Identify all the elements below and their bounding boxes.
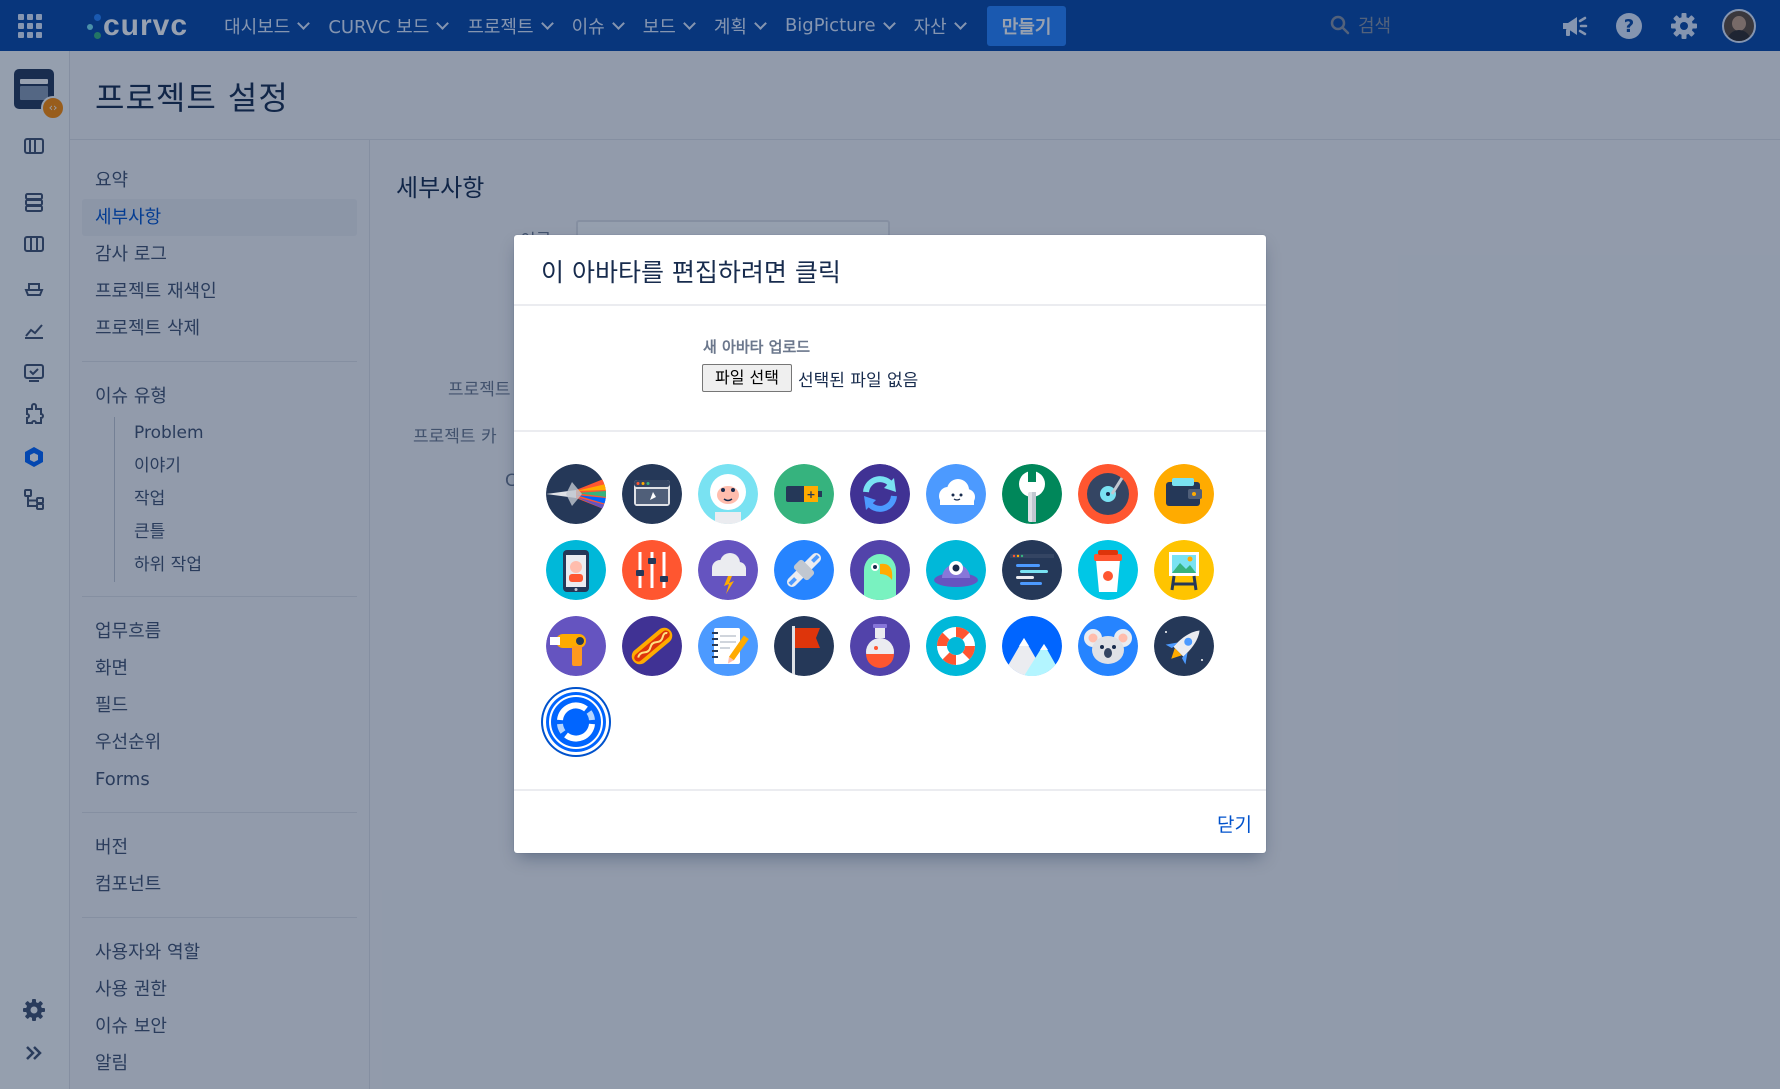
avatar-browser-window[interactable] <box>622 464 682 524</box>
avatar-circular-arrows[interactable] <box>546 692 606 752</box>
avatar-phone-selfie[interactable] <box>546 540 606 600</box>
avatar-potion[interactable] <box>850 616 910 676</box>
avatar-satellite[interactable] <box>774 540 834 600</box>
avatar-lifebuoy[interactable] <box>926 616 986 676</box>
divider <box>514 304 1266 306</box>
avatar-prism[interactable] <box>546 464 606 524</box>
avatar-notebook-pencil[interactable] <box>698 616 758 676</box>
avatar-cloud[interactable] <box>926 464 986 524</box>
avatar-refresh[interactable] <box>850 464 910 524</box>
avatar-parrot[interactable] <box>850 540 910 600</box>
upload-avatar-label: 새 아바타 업로드 <box>703 338 811 356</box>
close-button[interactable]: 닫기 <box>1217 810 1252 837</box>
avatar-rocket[interactable] <box>1154 616 1214 676</box>
avatar-alien-ufo[interactable] <box>926 540 986 600</box>
divider <box>514 430 1266 432</box>
divider <box>514 789 1266 791</box>
avatar-mixer-sliders[interactable] <box>622 540 682 600</box>
avatar-battery[interactable]: + <box>774 464 834 524</box>
avatar-code-terminal[interactable] <box>1002 540 1062 600</box>
avatar-vinyl-record[interactable] <box>1078 464 1138 524</box>
avatar-hairdryer[interactable] <box>546 616 606 676</box>
choose-file-button[interactable]: 파일 선택 <box>702 364 792 392</box>
avatar-wallet[interactable] <box>1154 464 1214 524</box>
avatar-picker-dialog: 이 아바타를 편집하려면 클릭 새 아바타 업로드 파일 선택 선택된 파일 없… <box>514 235 1266 853</box>
avatar-red-flag[interactable] <box>774 616 834 676</box>
avatar-picture-easel[interactable] <box>1154 540 1214 600</box>
avatar-monkey[interactable] <box>698 464 758 524</box>
avatar-wrench[interactable] <box>1002 464 1062 524</box>
avatar-storm-cloud[interactable] <box>698 540 758 600</box>
svg-text:+: + <box>806 488 815 501</box>
file-status-text: 선택된 파일 없음 <box>798 371 919 391</box>
avatar-koala[interactable] <box>1078 616 1138 676</box>
avatar-mountains[interactable] <box>1002 616 1062 676</box>
dialog-title: 이 아바타를 편집하려면 클릭 <box>541 258 841 287</box>
avatar-hotdog[interactable] <box>622 616 682 676</box>
avatar-grid: + <box>546 464 1236 764</box>
avatar-coffee-cup[interactable] <box>1078 540 1138 600</box>
